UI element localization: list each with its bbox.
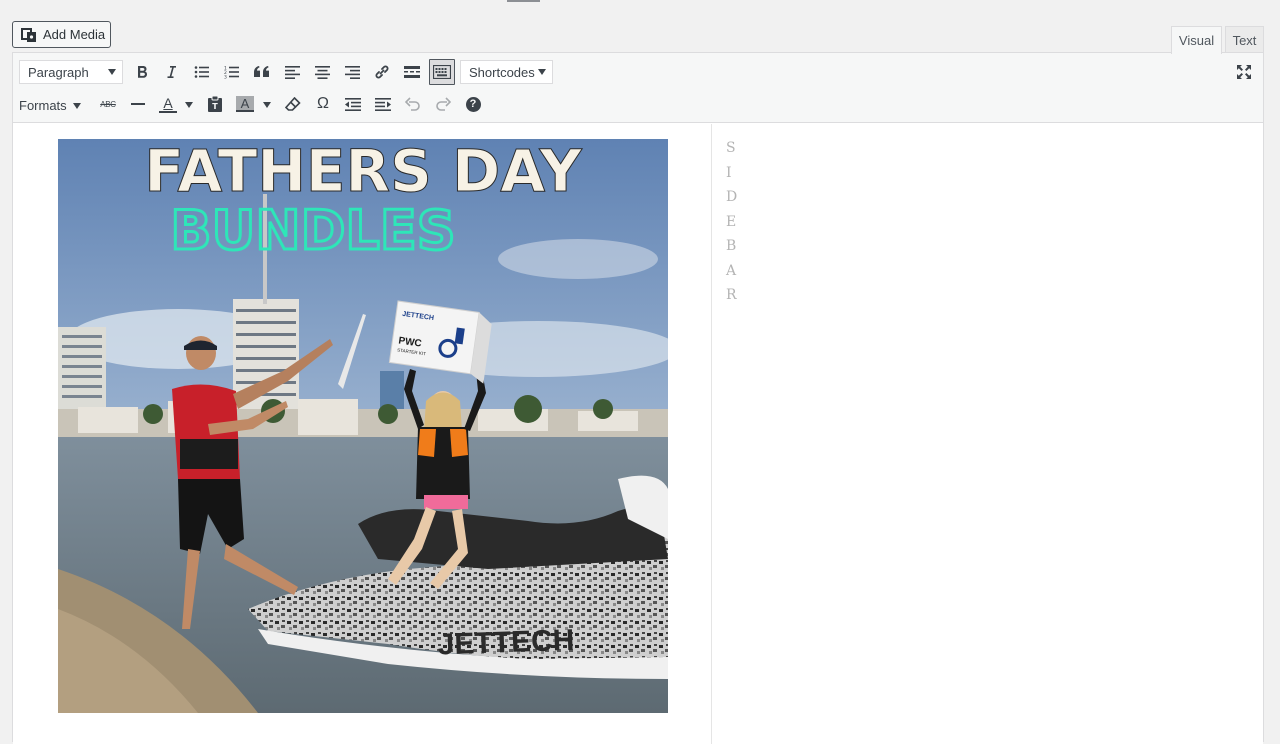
shortcodes-select[interactable]: Shortcodes	[460, 60, 553, 84]
add-media-icon	[21, 27, 37, 43]
indent-button[interactable]	[370, 91, 396, 117]
align-left-button[interactable]	[279, 59, 305, 85]
paste-as-text-button[interactable]: T	[202, 91, 228, 117]
outdent-button[interactable]	[340, 91, 366, 117]
toolbar-toggle-button[interactable]	[429, 59, 455, 85]
background-color-dropdown-icon[interactable]	[263, 102, 271, 108]
paragraph-select[interactable]: Paragraph	[19, 60, 123, 84]
fullscreen-button[interactable]	[1231, 59, 1257, 85]
align-center-icon	[314, 65, 330, 79]
bold-icon	[138, 66, 147, 78]
text-color-button[interactable]: A	[155, 91, 181, 117]
editor-content[interactable]: JETTECH PWC STARTER KIT JETTECH FATHERS …	[13, 124, 711, 744]
undo-icon	[405, 97, 420, 111]
sidebar-placeholder: S I D E B A R	[711, 124, 1263, 744]
chevron-down-icon	[108, 69, 116, 75]
horizontal-line-icon	[131, 103, 145, 105]
background-color-button[interactable]: A	[232, 91, 258, 117]
sidebar-letters: S I D E B A R	[726, 136, 737, 308]
add-media-button[interactable]: Add Media	[12, 21, 111, 48]
add-media-label: Add Media	[43, 27, 106, 42]
outdent-icon	[345, 97, 361, 111]
svg-text:T: T	[212, 102, 218, 111]
redo-icon	[436, 97, 451, 111]
special-character-button[interactable]: Ω	[310, 91, 336, 117]
redo-button[interactable]	[430, 91, 456, 117]
align-right-icon	[344, 65, 360, 79]
sidebar-letter: I	[726, 164, 732, 181]
tab-text[interactable]: Text	[1225, 26, 1264, 53]
strikethrough-button[interactable]: ABC	[95, 91, 121, 117]
align-right-button[interactable]	[339, 59, 365, 85]
sidebar-letter: B	[726, 238, 737, 254]
strikethrough-icon: ABC	[100, 99, 116, 109]
indent-icon	[375, 97, 391, 111]
sidebar-letter: S	[726, 140, 736, 156]
svg-text:JETTECH: JETTECH	[437, 624, 575, 662]
undo-button[interactable]	[400, 91, 426, 117]
editor: Paragraph 123 Shortcodes Formats ABC A T…	[12, 52, 1264, 744]
keyboard-icon	[433, 65, 451, 79]
sidebar-letter: D	[726, 189, 738, 205]
blockquote-button[interactable]	[249, 59, 275, 85]
bold-button[interactable]	[129, 59, 155, 85]
chevron-down-icon	[538, 69, 546, 75]
help-icon: ?	[465, 96, 481, 112]
fullscreen-icon	[1237, 65, 1251, 79]
sidebar-letter: E	[726, 213, 737, 230]
svg-text:BUNDLES: BUNDLES	[170, 199, 455, 262]
shortcodes-select-label: Shortcodes	[469, 64, 535, 80]
read-more-icon	[404, 66, 420, 78]
editor-toolbar: Paragraph 123 Shortcodes Formats ABC A T…	[13, 53, 1263, 123]
clear-formatting-button[interactable]	[280, 91, 306, 117]
link-icon	[375, 65, 389, 79]
svg-text:3: 3	[224, 75, 227, 80]
align-center-button[interactable]	[309, 59, 335, 85]
chevron-down-icon	[72, 103, 81, 109]
omega-icon: Ω	[317, 95, 329, 112]
numbered-list-icon: 123	[224, 66, 239, 80]
promo-photo: JETTECH PWC STARTER KIT JETTECH FATHERS …	[58, 139, 668, 713]
italic-icon	[167, 66, 176, 78]
keyboard-shortcuts-button[interactable]: ?	[460, 91, 486, 117]
numbered-list-button[interactable]: 123	[219, 59, 245, 85]
top-scroll-indicator	[507, 0, 540, 2]
fathers-day-bundle-image[interactable]: JETTECH PWC STARTER KIT JETTECH FATHERS …	[58, 139, 668, 713]
bulleted-list-button[interactable]	[189, 59, 215, 85]
horizontal-line-button[interactable]	[125, 91, 151, 117]
clipboard-icon: T	[208, 96, 222, 112]
eraser-icon	[285, 97, 301, 111]
tab-visual[interactable]: Visual	[1171, 26, 1222, 54]
paragraph-select-label: Paragraph	[28, 64, 89, 80]
align-left-icon	[284, 65, 300, 79]
formats-menu[interactable]: Formats	[19, 93, 81, 117]
background-color-icon: A	[236, 96, 254, 112]
sidebar-letter: R	[726, 287, 737, 303]
italic-button[interactable]	[158, 59, 184, 85]
blockquote-icon	[254, 66, 269, 77]
text-color-swatch	[159, 110, 177, 113]
read-more-button[interactable]	[399, 59, 425, 85]
insert-link-button[interactable]	[369, 59, 395, 85]
bulleted-list-icon	[194, 66, 209, 78]
text-color-icon: A	[163, 94, 173, 111]
formats-label: Formats	[19, 97, 67, 113]
text-color-dropdown-icon[interactable]	[185, 102, 193, 108]
svg-text:FATHERS DAY: FATHERS DAY	[144, 139, 582, 205]
sidebar-letter: A	[726, 262, 737, 279]
